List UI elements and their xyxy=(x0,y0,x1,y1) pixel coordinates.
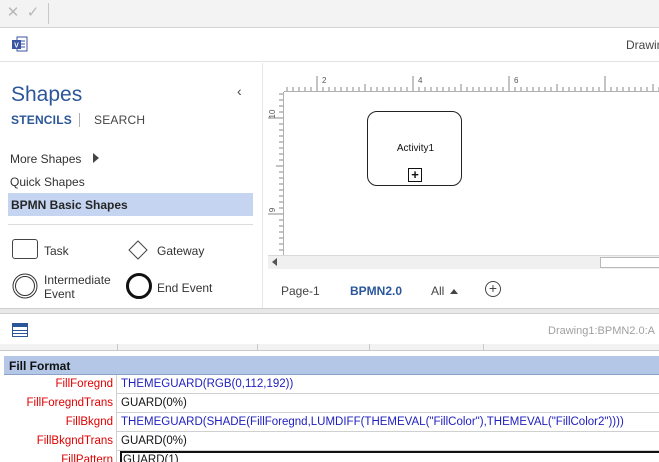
cell-name[interactable]: FillBkgndTrans xyxy=(4,432,117,451)
table-row: FillForegnd THEMEGUARD(RGB(0,112,192)) xyxy=(4,375,659,394)
cell-formula[interactable]: GUARD(0%) xyxy=(120,432,659,451)
horizontal-scrollbar[interactable] xyxy=(268,255,659,269)
ruler-label: 4 xyxy=(418,76,423,85)
tab-separator xyxy=(79,113,80,127)
shapesheet-path: Drawing1:BPMN2.0:A xyxy=(548,325,655,337)
rounded-rectangle-icon[interactable] xyxy=(12,239,38,259)
formula-bar: ✕ ✓ xyxy=(0,0,659,28)
tab-all[interactable]: All xyxy=(431,284,444,298)
divider xyxy=(8,224,253,225)
cell-formula-selected[interactable]: GUARD(1) xyxy=(120,451,659,462)
cell-name[interactable]: FillForegndTrans xyxy=(4,394,117,413)
cell-formula[interactable]: THEMEGUARD(RGB(0,112,192)) xyxy=(120,375,659,394)
activity-shape[interactable]: Activity1 + xyxy=(367,111,462,186)
cell-name[interactable]: FillPattern xyxy=(4,451,117,462)
svg-text:V: V xyxy=(14,43,19,50)
section-title: Fill Format xyxy=(9,359,71,373)
table-row: FillBkgnd THEMEGUARD(SHADE(FillForegnd,L… xyxy=(4,413,659,432)
table-row: FillPattern GUARD(1) xyxy=(4,451,659,462)
ruler-corner xyxy=(268,76,285,92)
caret-up-icon[interactable] xyxy=(450,289,458,294)
cell-name[interactable]: FillBkgnd xyxy=(4,413,117,432)
activity-label: Activity1 xyxy=(396,143,435,154)
tab-search[interactable]: SEARCH xyxy=(94,113,145,127)
shapesheet-header: Drawing1:BPMN2.0:A xyxy=(0,314,659,344)
ruler-label: 10 xyxy=(268,109,277,118)
ruler-label: 6 xyxy=(514,76,519,85)
cell-formula[interactable]: GUARD(0%) xyxy=(120,394,659,413)
vertical-ruler: 10 9 xyxy=(268,92,284,255)
table-row: FillForegndTrans GUARD(0%) xyxy=(4,394,659,413)
thick-circle-icon[interactable] xyxy=(126,273,152,299)
scrollbar-thumb[interactable] xyxy=(600,257,659,268)
arrow-left-icon[interactable] xyxy=(272,258,277,266)
drawing-canvas[interactable]: Activity1 + xyxy=(285,93,659,255)
cell-name[interactable]: FillForegnd xyxy=(4,375,117,394)
stencil-task-label[interactable]: Task xyxy=(44,245,69,258)
stencil-end-event-label[interactable]: End Event xyxy=(157,282,212,295)
stencil-bpmn-basic-shapes[interactable]: BPMN Basic Shapes xyxy=(8,193,253,216)
previous-section-row xyxy=(0,344,659,351)
title-bar: V Drawin xyxy=(0,28,659,62)
stencil-intermediate-label-line2[interactable]: Event xyxy=(44,288,75,298)
diamond-icon[interactable] xyxy=(128,240,148,260)
table-row: FillBkgndTrans GUARD(0%) xyxy=(4,432,659,451)
stencil-title: BPMN Basic Shapes xyxy=(11,198,128,212)
visio-logo-icon[interactable]: V xyxy=(11,36,28,53)
tab-bpmn2[interactable]: BPMN2.0 xyxy=(350,284,402,298)
stencil-intermediate-label-line1[interactable]: Intermediate xyxy=(44,274,111,287)
shapesheet-icon[interactable] xyxy=(12,323,28,337)
shapes-pane: Shapes ‹ STENCILS SEARCH More Shapes Qui… xyxy=(0,63,262,308)
ruler-label: 9 xyxy=(268,207,277,212)
tab-stencils[interactable]: STENCILS xyxy=(11,113,72,127)
double-circle-icon[interactable] xyxy=(12,273,38,299)
horizontal-ruler: 2 4 6 xyxy=(284,76,659,92)
page-tabs: Page-1 BPMN2.0 All + xyxy=(268,273,659,305)
stencil-gateway-label[interactable]: Gateway xyxy=(157,245,204,258)
window-title: Drawin xyxy=(626,38,659,52)
formula-bar-separator xyxy=(48,3,49,24)
x-icon[interactable]: ✕ xyxy=(5,5,21,21)
drawing-area: 2 4 6 10 9 Activity1 + Page-1 BPMN2.0 All + xyxy=(262,63,659,308)
plus-icon[interactable]: + xyxy=(408,168,422,182)
section-header-fill-format[interactable]: Fill Format xyxy=(4,356,659,375)
check-icon[interactable]: ✓ xyxy=(25,5,41,21)
chevron-left-icon[interactable]: ‹ xyxy=(237,83,251,99)
shapesheet-grid: Fill Format FillForegnd THEMEGUARD(RGB(0… xyxy=(0,344,659,462)
quick-shapes-item[interactable]: Quick Shapes xyxy=(10,175,85,189)
cell-formula[interactable]: THEMEGUARD(SHADE(FillForegnd,LUMDIFF(THE… xyxy=(120,413,659,432)
chevron-right-icon[interactable] xyxy=(93,153,99,163)
plus-circle-icon[interactable]: + xyxy=(485,281,501,297)
ruler-label: 2 xyxy=(322,76,327,85)
more-shapes-menu[interactable]: More Shapes xyxy=(10,152,81,166)
tab-page-1[interactable]: Page-1 xyxy=(281,284,320,298)
shapes-pane-title: Shapes xyxy=(11,83,83,106)
